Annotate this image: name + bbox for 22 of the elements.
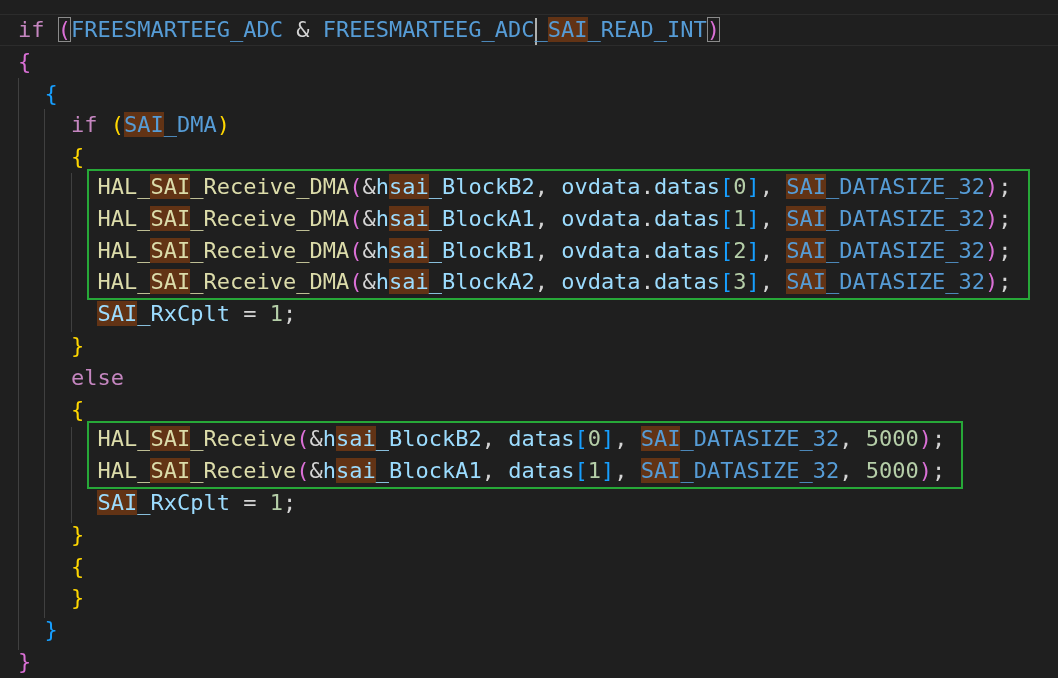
code-line: } <box>70 584 86 613</box>
code-line: HAL_SAI_Receive(&hsai_BlockA1, datas[1], SAI_DATASIZE_32, 5000); <box>96 457 946 486</box>
code-line: { <box>70 395 86 424</box>
code-line: if (SAI_DMA) <box>70 111 231 140</box>
code-line: { <box>43 79 59 108</box>
code-line: { <box>70 143 86 172</box>
code-line: HAL_SAI_Receive_DMA(&hsai_BlockA2, ovdata.datas[3], SAI_DATASIZE_32); <box>96 268 1012 297</box>
code-line: { <box>18 47 33 76</box>
code-line: HAL_SAI_Receive_DMA(&hsai_BlockB1, ovdata.datas[2], SAI_DATASIZE_32); <box>96 236 1012 265</box>
code-line: if (FREESMARTEEG_ADC & FREESMARTEEG_ADC_SAI_READ_INT) <box>0 14 1058 46</box>
code-line: } <box>70 520 86 549</box>
code-line: } <box>43 616 59 645</box>
code-line: HAL_SAI_Receive(&hsai_BlockB2, datas[0], SAI_DATASIZE_32, 5000); <box>96 425 946 454</box>
code-line: } <box>70 331 86 360</box>
code-line: SAI_RxCplt = 1; <box>96 488 298 517</box>
code-line: else <box>70 363 125 392</box>
code-line: HAL_SAI_Receive_DMA(&hsai_BlockB2, ovdata.datas[0], SAI_DATASIZE_32); <box>96 172 1012 201</box>
code-line: HAL_SAI_Receive_DMA(&hsai_BlockA1, ovdata.datas[1], SAI_DATASIZE_32); <box>96 204 1012 233</box>
code-line: } <box>18 647 33 676</box>
code-line: { <box>70 552 86 581</box>
code-line: SAI_RxCplt = 1; <box>96 300 298 329</box>
text-cursor <box>534 17 537 45</box>
